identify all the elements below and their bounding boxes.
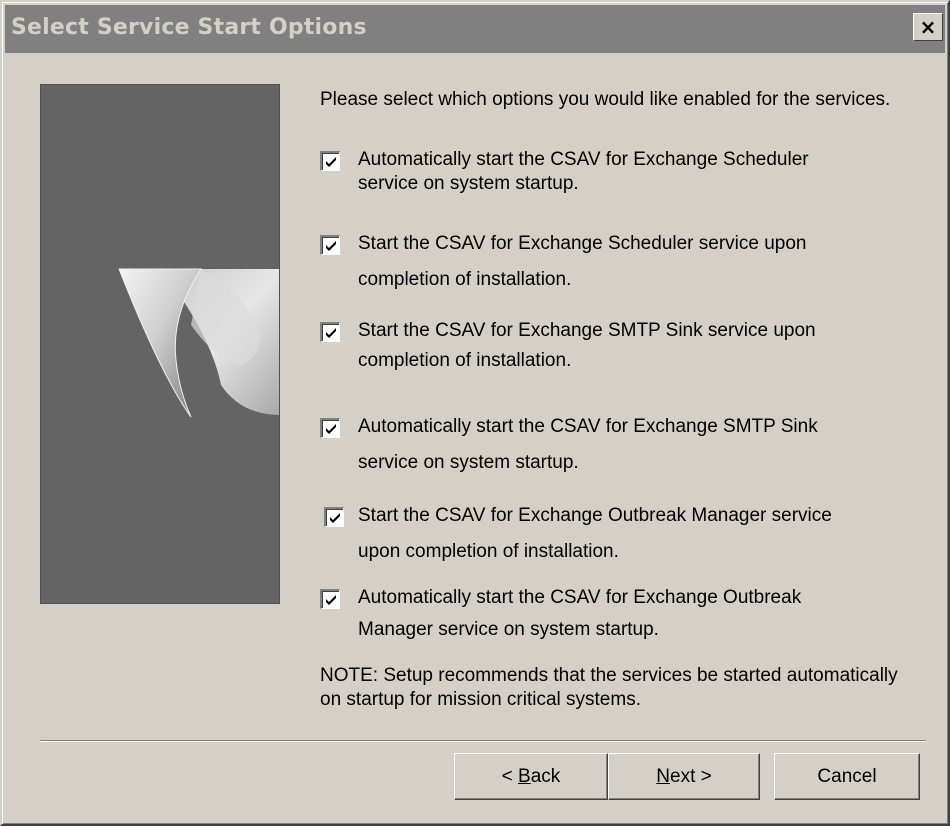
- wizard-side-image: [40, 84, 280, 604]
- next-button[interactable]: Next >: [608, 753, 760, 800]
- cancel-button-label: Cancel: [817, 765, 877, 787]
- checkmark-icon: [326, 241, 336, 251]
- checkmark-icon: [326, 424, 336, 434]
- window-title: Select Service Start Options: [11, 15, 367, 40]
- checkmark-icon: [326, 157, 336, 167]
- checkbox[interactable]: [320, 151, 340, 171]
- intro-text: Please select which options you would li…: [320, 89, 891, 110]
- back-button[interactable]: < Back: [454, 753, 608, 800]
- cancel-button[interactable]: Cancel: [774, 753, 920, 800]
- checkbox[interactable]: [320, 322, 340, 342]
- close-icon: ×: [919, 15, 937, 39]
- option-label: Automatically start the CSAV for Exchang…: [358, 587, 802, 640]
- option-label: Start the CSAV for Exchange Scheduler se…: [358, 233, 807, 290]
- option-label: Start the CSAV for Exchange Outbreak Man…: [358, 505, 832, 562]
- back-button-label: < Back: [501, 765, 561, 787]
- close-button[interactable]: ×: [913, 13, 943, 41]
- dialog-window: Select Service Start Options × Please se…: [0, 0, 950, 826]
- page-curl-graphic: [118, 268, 279, 418]
- checkbox[interactable]: [320, 589, 340, 609]
- title-bar: Select Service Start Options ×: [5, 5, 945, 53]
- checkmark-icon: [330, 513, 340, 523]
- checkmark-icon: [326, 595, 336, 605]
- option-label: Automatically start the CSAV for Exchang…: [358, 416, 818, 473]
- note-text: NOTE: Setup recommends that the services…: [320, 665, 898, 710]
- next-button-label: Next >: [656, 765, 712, 787]
- option-label: Start the CSAV for Exchange SMTP Sink se…: [358, 320, 816, 371]
- checkmark-icon: [326, 328, 336, 338]
- checkbox[interactable]: [320, 418, 340, 438]
- checkbox[interactable]: [324, 507, 344, 527]
- checkbox[interactable]: [320, 235, 340, 255]
- separator: [40, 740, 926, 742]
- option-label: Automatically start the CSAV for Exchang…: [358, 149, 809, 194]
